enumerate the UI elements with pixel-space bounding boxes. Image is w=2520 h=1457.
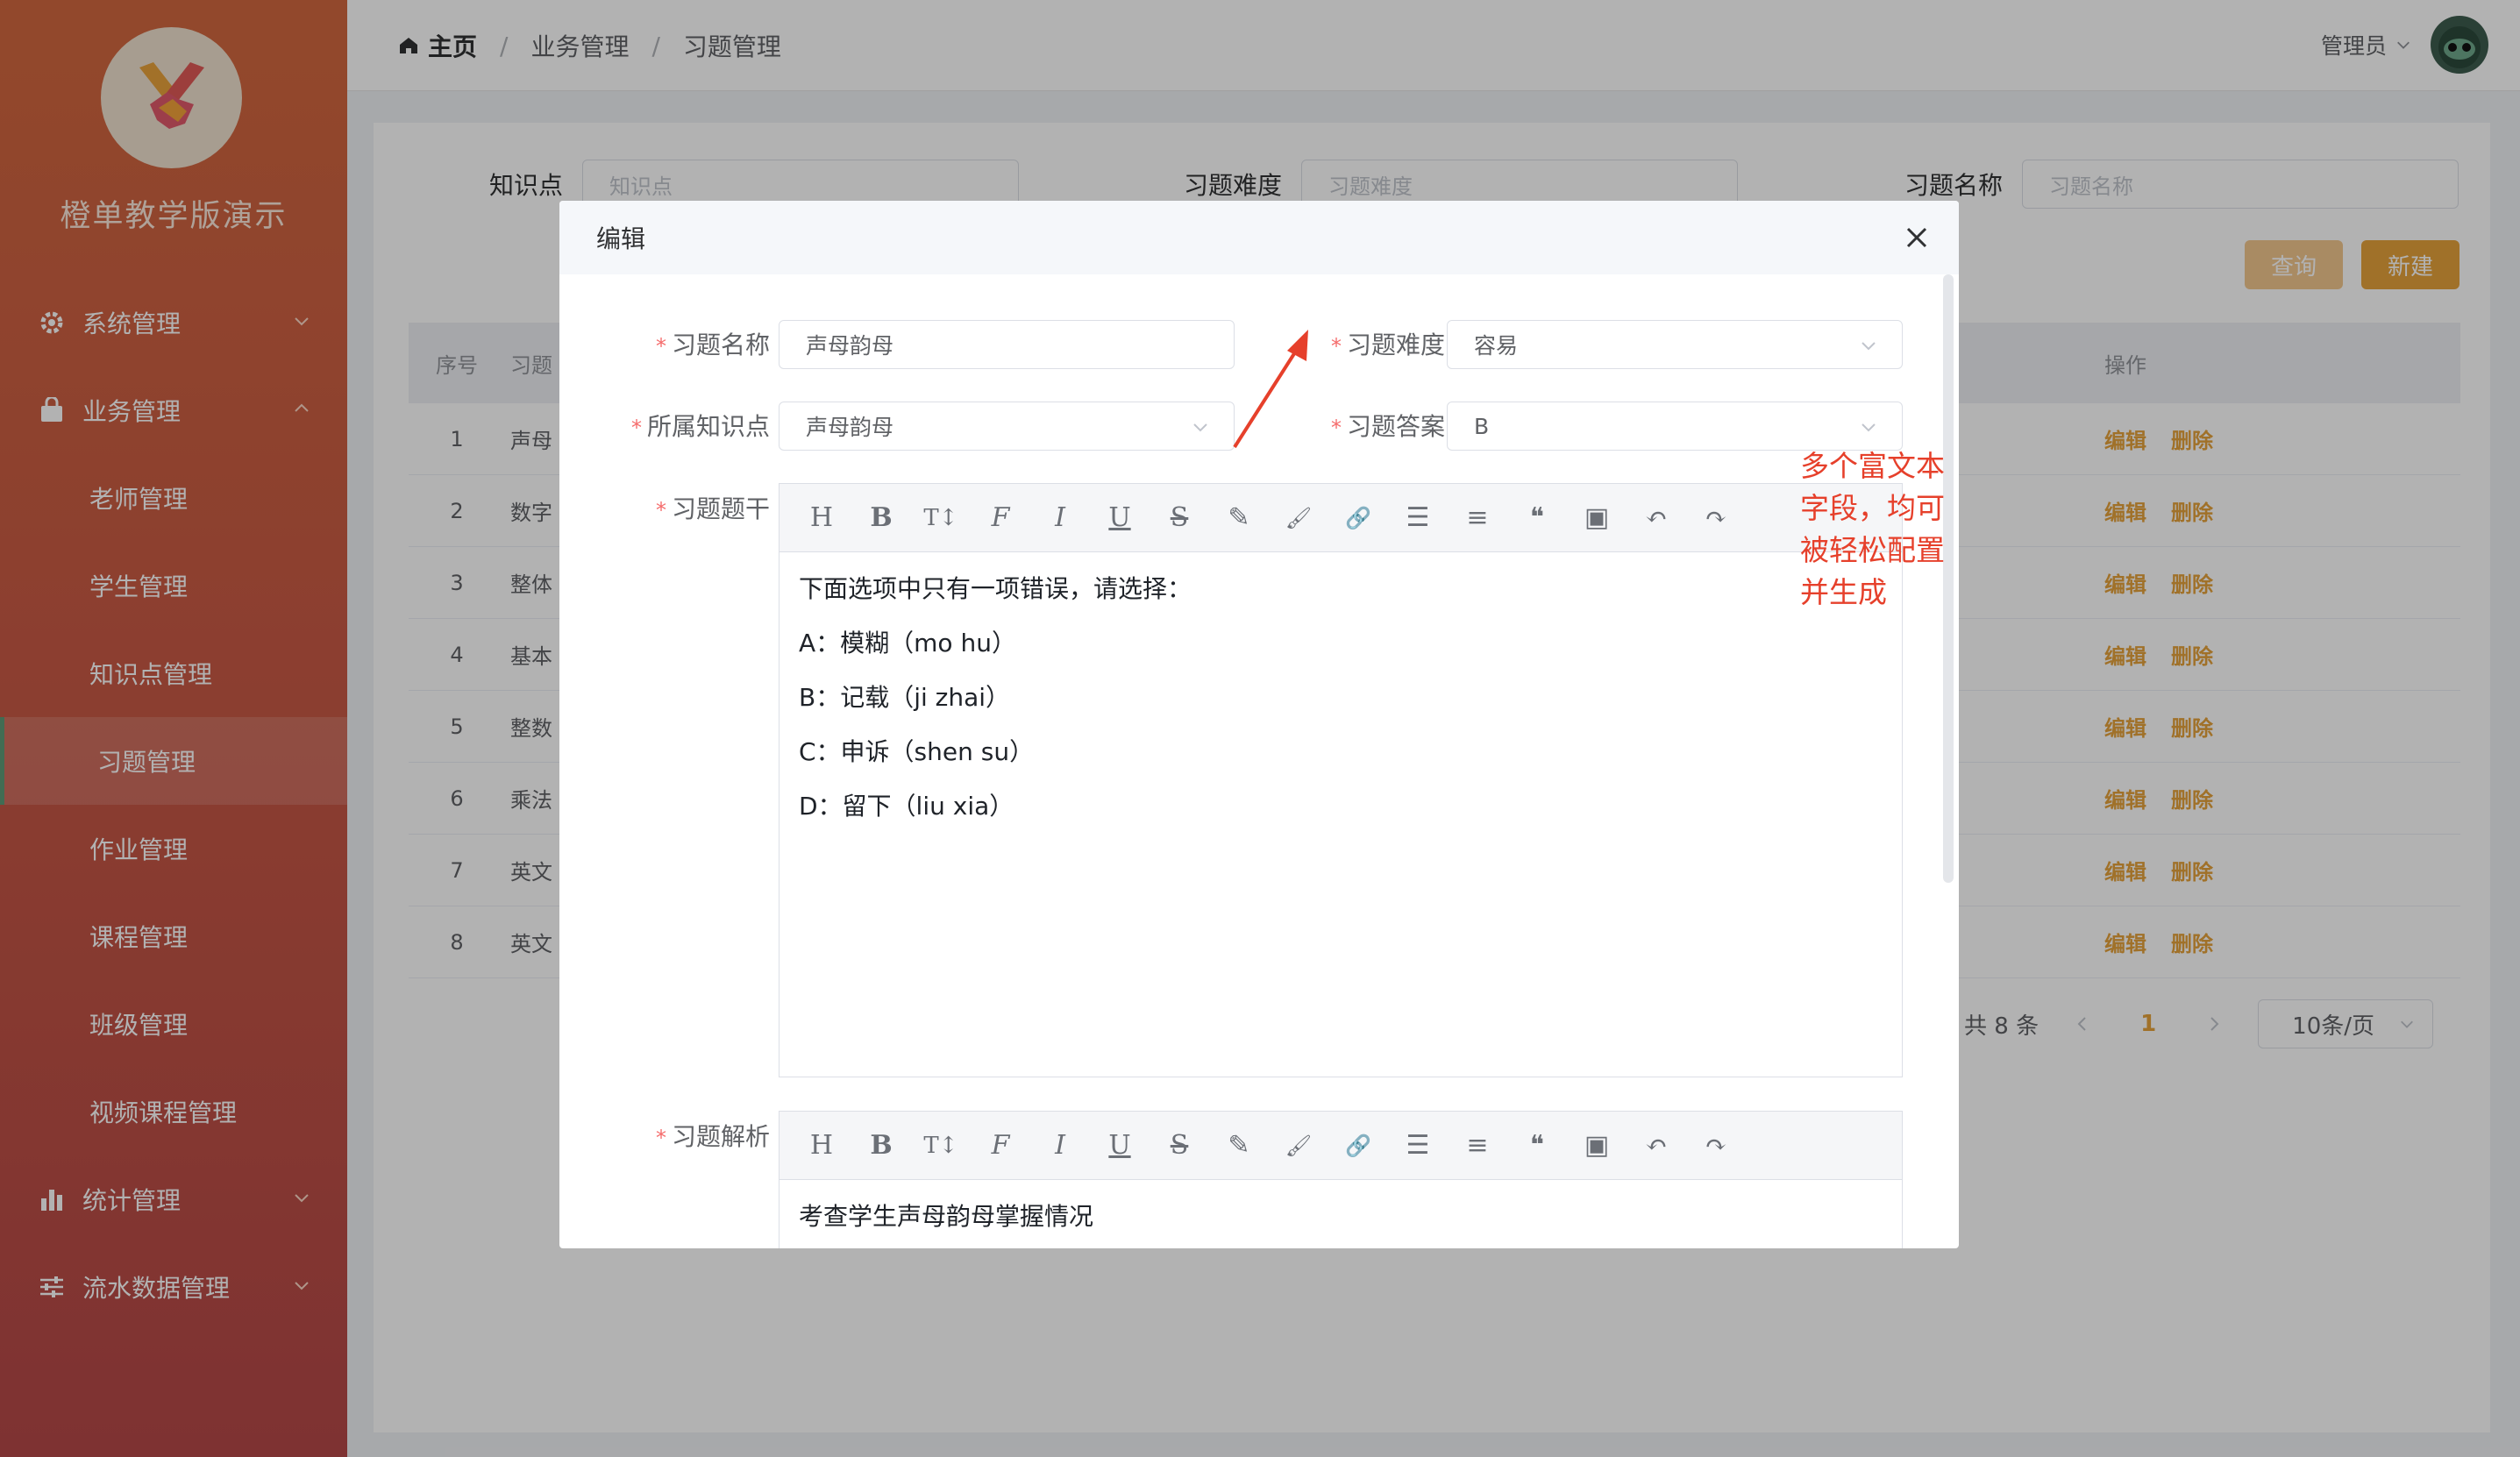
underline-icon[interactable]: U: [1090, 498, 1150, 538]
analysis-editor-content[interactable]: 考查学生声母韵母掌握情况: [779, 1180, 1902, 1248]
link-icon[interactable]: 🔗: [1328, 1126, 1388, 1166]
brush-icon[interactable]: 🖌: [1269, 1126, 1328, 1166]
font-size-icon[interactable]: T↕: [911, 1126, 971, 1166]
dialog-title: 编辑: [596, 224, 646, 253]
dialog-header: 编辑: [559, 201, 1959, 274]
close-icon[interactable]: [1901, 222, 1933, 253]
knowledge-select[interactable]: 声母韵母: [779, 402, 1235, 451]
underline-icon[interactable]: U: [1090, 1126, 1150, 1166]
analysis-label: * 习题解析: [655, 1122, 770, 1151]
font-family-icon[interactable]: F: [971, 1126, 1030, 1166]
quote-icon[interactable]: ❝: [1507, 1126, 1567, 1166]
highlight-icon[interactable]: ✎: [1209, 1126, 1269, 1166]
stem-label: * 习题题干: [655, 494, 770, 523]
strikethrough-icon[interactable]: S: [1150, 498, 1209, 538]
list-icon[interactable]: ☰: [1388, 1126, 1448, 1166]
undo-icon[interactable]: ↶: [1627, 1126, 1686, 1166]
image-icon[interactable]: ▣: [1567, 1126, 1627, 1166]
heading-icon[interactable]: H: [792, 1126, 851, 1166]
italic-icon[interactable]: I: [1030, 1126, 1090, 1166]
stem-line: C：申诉（shen su）: [799, 737, 1035, 766]
name-label: * 习题名称: [655, 330, 770, 359]
exercise-name-input[interactable]: 声母韵母: [779, 320, 1235, 369]
knowledge-label: * 所属知识点: [630, 412, 770, 441]
strikethrough-icon[interactable]: S: [1150, 1126, 1209, 1166]
heading-icon[interactable]: H: [792, 498, 851, 538]
redo-icon[interactable]: ↷: [1686, 1126, 1746, 1166]
annotation-arrow-icon: [1228, 323, 1894, 657]
stem-line: D：留下（liu xia）: [799, 792, 1014, 821]
bold-icon[interactable]: B: [851, 1126, 911, 1166]
font-size-icon[interactable]: T↕: [911, 498, 971, 538]
annotation-arrow-icon: [1233, 330, 1308, 449]
editor-toolbar: H B T↕ F I U S ✎ 🖌 🔗 ☰ ≡ ❝ ▣ ↶ ↷: [779, 1112, 1902, 1180]
analysis-text: 考查学生声母韵母掌握情况: [799, 1202, 1094, 1231]
chevron-down-icon: [1193, 423, 1207, 432]
bold-icon[interactable]: B: [851, 498, 911, 538]
analysis-editor: H B T↕ F I U S ✎ 🖌 🔗 ☰ ≡ ❝ ▣ ↶ ↷ 考查学生声母韵…: [779, 1111, 1903, 1248]
font-family-icon[interactable]: F: [971, 498, 1030, 538]
italic-icon[interactable]: I: [1030, 498, 1090, 538]
align-icon[interactable]: ≡: [1448, 1126, 1507, 1166]
stem-line: B：记载（ji zhai）: [799, 683, 1011, 712]
